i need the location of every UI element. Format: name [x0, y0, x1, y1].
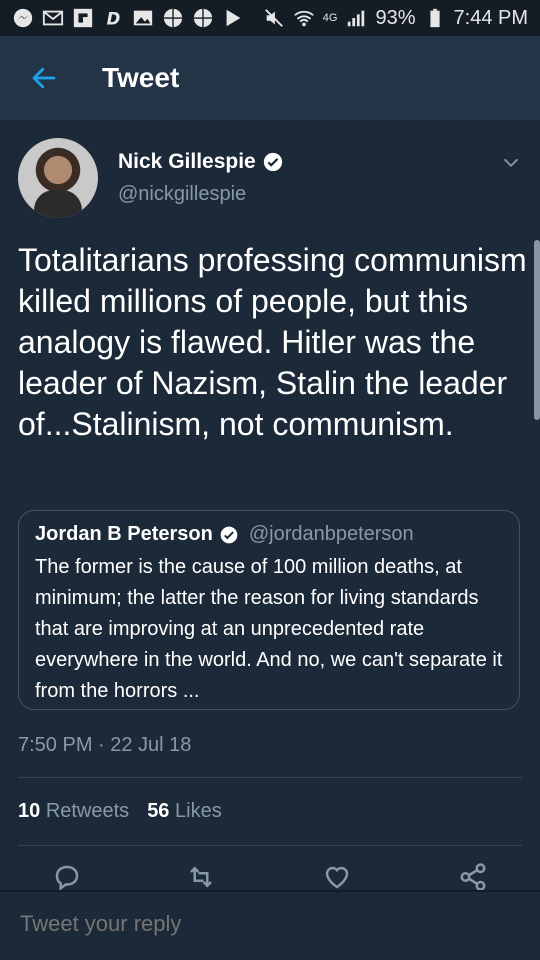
battery-icon [424, 7, 446, 29]
quoted-author-name: Jordan B Peterson [35, 523, 213, 545]
author-display-name: Nick Gillespie [118, 150, 256, 173]
reply-icon[interactable] [52, 862, 82, 892]
quoted-tweet[interactable]: Jordan B Peterson @jordanbpeterson The f… [18, 510, 520, 710]
avatar[interactable] [18, 138, 98, 218]
app-header: Tweet [0, 36, 540, 120]
share-icon[interactable] [458, 862, 488, 892]
tweet-stats: 10 Retweets 56 Likes [18, 800, 222, 823]
tweet-timestamp: 7:50 PM · 22 Jul 18 [18, 734, 192, 756]
basketball-icon [162, 7, 184, 29]
status-bar: D 4G 93% 7:44 PM [0, 0, 540, 36]
tweet-actions [0, 862, 540, 892]
retweets-label: Retweets [45, 800, 130, 822]
likes-stat[interactable]: 56 Likes [147, 800, 222, 823]
messenger-icon [12, 7, 34, 29]
signal-icon [345, 7, 367, 29]
image-icon [132, 7, 154, 29]
verified-badge-icon [220, 526, 238, 543]
notification-icons: D [12, 7, 244, 29]
wifi-icon [293, 7, 315, 29]
quoted-author-handle: @jordanbpeterson [248, 523, 414, 545]
verified-badge-icon [263, 152, 282, 172]
tweet-detail: Nick Gillespie @nickgillespie Totalitari… [0, 120, 540, 891]
tweet-author-row: Nick Gillespie @nickgillespie [0, 120, 540, 220]
retweets-count: 10 [18, 800, 41, 822]
retweets-stat[interactable]: 10 Retweets [18, 800, 129, 823]
mail-icon [42, 7, 64, 29]
chevron-down-icon[interactable] [500, 152, 522, 174]
divider [18, 845, 522, 846]
system-indicators: 4G 93% 7:44 PM [263, 7, 528, 30]
likes-label: Likes [175, 800, 222, 822]
author-name-row[interactable]: Nick Gillespie [118, 150, 284, 174]
like-heart-icon[interactable] [322, 862, 352, 892]
battery-percent: 93% [375, 6, 416, 29]
avatar-figure [34, 190, 82, 218]
retweet-icon[interactable] [186, 862, 216, 892]
quoted-author-row: Jordan B Peterson @jordanbpeterson [35, 523, 503, 546]
clock: 7:44 PM [453, 6, 528, 29]
scrollbar[interactable] [534, 240, 540, 420]
back-button[interactable] [24, 58, 64, 98]
basketball-icon-2 [192, 7, 214, 29]
flipboard-icon [72, 7, 94, 29]
back-arrow-icon [32, 67, 56, 89]
network-type: 4G [322, 12, 338, 24]
page-title: Tweet [102, 62, 180, 93]
quoted-tweet-text: The former is the cause of 100 million d… [35, 556, 503, 702]
svg-text:D: D [107, 9, 121, 28]
mute-icon [263, 7, 285, 29]
likes-count: 56 [147, 800, 170, 822]
play-store-icon [222, 7, 244, 29]
divider [18, 777, 522, 778]
reply-bar [0, 890, 540, 960]
reply-input[interactable] [18, 910, 310, 938]
d-app-icon: D [102, 7, 124, 29]
author-handle[interactable]: @nickgillespie [118, 183, 246, 206]
tweet-text: Totalitarians professing communism kille… [18, 242, 536, 442]
